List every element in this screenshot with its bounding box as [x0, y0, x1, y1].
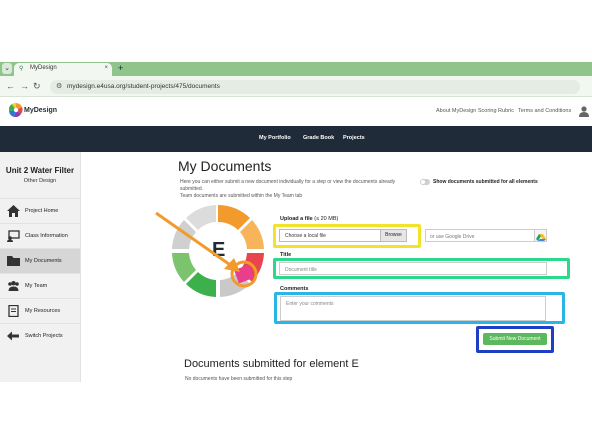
sidebar-item-label: Class Information [25, 233, 68, 239]
nav-grade-book[interactable]: Grade Book [303, 135, 334, 141]
back-button[interactable]: ← [6, 80, 15, 92]
class-info-icon [7, 230, 20, 242]
sidebar-item-class-information[interactable]: Class Information [0, 223, 80, 248]
highlight-comments-box [274, 292, 565, 324]
team-icon [8, 281, 19, 291]
sidebar-item-my-resources[interactable]: My Resources [0, 298, 80, 323]
google-drive-input[interactable]: or use Google Drive [425, 229, 547, 242]
mydesign-favicon-icon: ⚲ [19, 66, 24, 72]
screenshot-frame: ⌄ ⚲ MyDesign × + ← → ↻ ⚙ mydesign.e4usa.… [0, 0, 592, 444]
terms-link[interactable]: Terms and Conditions [518, 108, 571, 114]
sidebar-item-project-home[interactable]: Project Home [0, 198, 80, 223]
nav-projects[interactable]: Projects [343, 135, 365, 141]
user-avatar-icon[interactable] [579, 106, 589, 117]
sidebar-item-my-documents[interactable]: My Documents [0, 248, 80, 273]
sidebar-item-label: My Team [25, 283, 48, 289]
tab-search-button[interactable]: ⌄ [2, 63, 12, 74]
design-process-wheel[interactable]: E [150, 203, 268, 299]
google-drive-button[interactable] [534, 230, 546, 241]
folder-icon [7, 256, 20, 266]
close-icon[interactable]: × [104, 65, 108, 71]
page-description: Here you can either submit a new documen… [180, 179, 400, 200]
about-rubric-link[interactable]: About MyDesign Scoring Rubric [436, 108, 514, 114]
sidebar-item-label: Project Home [25, 208, 59, 214]
project-subtitle: Other Design [23, 178, 57, 184]
google-drive-icon [536, 234, 546, 241]
show-all-toggle[interactable] [420, 179, 430, 185]
home-icon [7, 205, 20, 217]
nav-my-portfolio[interactable]: My Portfolio [259, 135, 291, 141]
submitted-empty-text: No documents have been submitted for thi… [185, 376, 293, 382]
reload-button[interactable]: ↻ [33, 80, 41, 92]
site-info-icon[interactable]: ⚙ [56, 82, 62, 90]
upload-label: Upload a file (≤ 20 MB) [280, 216, 338, 222]
submitted-section-title: Documents submitted for element E [184, 358, 359, 370]
team-note: Team documents are submitted within the … [180, 193, 303, 199]
sidebar-item-my-team[interactable]: My Team [0, 273, 80, 298]
new-tab-button[interactable]: + [118, 63, 123, 74]
project-title: Unit 2 Water Filter [5, 166, 75, 175]
sidebar-item-label: My Resources [25, 308, 61, 314]
url-text: mydesign.e4usa.org/student-projects/475/… [67, 83, 220, 90]
resources-icon [8, 305, 19, 317]
forward-button[interactable]: → [20, 80, 29, 92]
highlight-title-box [273, 258, 570, 279]
upload-label-text: Upload a file [280, 216, 313, 222]
sidebar-item-label: Switch Projects [25, 333, 63, 339]
description-line: Here you can either submit a new documen… [180, 179, 396, 192]
address-bar[interactable]: ⚙ mydesign.e4usa.org/student-projects/47… [50, 80, 580, 94]
main-navbar [0, 126, 592, 152]
highlight-submit-box [476, 326, 554, 353]
upload-limit: (≤ 20 MB) [314, 216, 339, 222]
sidebar-item-switch-projects[interactable]: Switch Projects [0, 323, 80, 348]
browser-tab[interactable]: ⚲ MyDesign × [14, 63, 112, 76]
show-all-toggle-label: Show documents submitted for all element… [433, 179, 538, 185]
highlight-file-box [273, 224, 421, 248]
google-drive-text: or use Google Drive [430, 234, 475, 240]
logo-text[interactable]: MyDesign [24, 107, 57, 114]
tab-title: MyDesign [30, 65, 57, 71]
switch-arrow-icon [7, 331, 19, 341]
page-title: My Documents [178, 158, 272, 174]
sidebar-item-label: My Documents [25, 258, 62, 264]
mydesign-logo-icon[interactable] [9, 103, 23, 117]
